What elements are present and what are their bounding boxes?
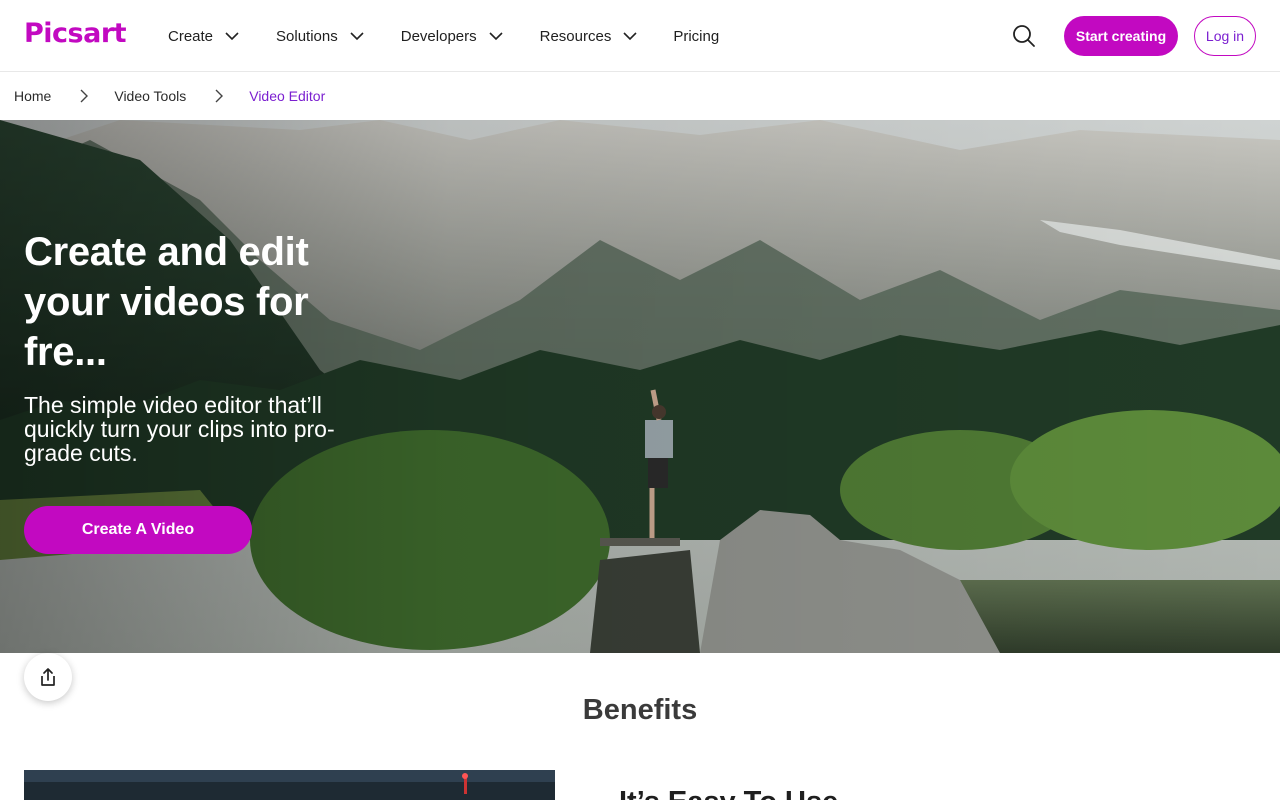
- benefits-heading: Benefits: [582, 694, 698, 726]
- nav-resources[interactable]: Resources: [540, 28, 639, 45]
- search-icon[interactable]: [1010, 22, 1038, 50]
- nav-pricing[interactable]: Pricing: [673, 28, 719, 45]
- nav-resources-label: Resources: [539, 27, 612, 45]
- nav-create[interactable]: Create: [168, 28, 240, 45]
- hero-banner: Create and edit your videos for fre... T…: [0, 120, 1280, 653]
- chevron-down-icon: [489, 32, 503, 41]
- share-icon: [41, 668, 55, 686]
- breadcrumb: Home Video Tools Video Editor: [14, 72, 325, 120]
- breadcrumb-video-tools[interactable]: Video Tools: [114, 88, 186, 104]
- breadcrumb-video-editor: Video Editor: [249, 88, 326, 104]
- chevron-down-icon: [623, 32, 637, 41]
- main-nav: Create Solutions Developers Resources Pr…: [168, 0, 755, 72]
- nav-solutions[interactable]: Solutions: [276, 28, 365, 45]
- hero-title: Create and edit your videos for fre...: [24, 230, 309, 374]
- benefit-image: [24, 770, 555, 800]
- breadcrumb-home[interactable]: Home: [14, 88, 51, 104]
- hero-subtitle: The simple video editor that’ll quickly …: [24, 392, 335, 466]
- login-button[interactable]: Log in: [1194, 16, 1256, 56]
- nav-create-label: Create: [168, 27, 214, 45]
- nav-developers-label: Developers: [400, 27, 477, 45]
- chevron-right-icon: [215, 89, 224, 103]
- create-video-button[interactable]: Create A Video: [24, 506, 252, 554]
- chevron-down-icon: [225, 32, 239, 41]
- chevron-right-icon: [80, 89, 89, 103]
- site-header: Picsart Create Solutions Developers Reso…: [0, 0, 1280, 72]
- hero-background-image: [0, 120, 1280, 653]
- nav-pricing-label: Pricing: [673, 27, 720, 45]
- start-creating-button[interactable]: Start creating: [1064, 16, 1178, 56]
- nav-solutions-label: Solutions: [276, 27, 338, 45]
- picsart-logo[interactable]: Picsart: [24, 18, 127, 49]
- benefit-easy-heading: It’s Easy To Use: [619, 786, 838, 800]
- chevron-down-icon: [350, 32, 364, 41]
- nav-developers[interactable]: Developers: [401, 28, 504, 45]
